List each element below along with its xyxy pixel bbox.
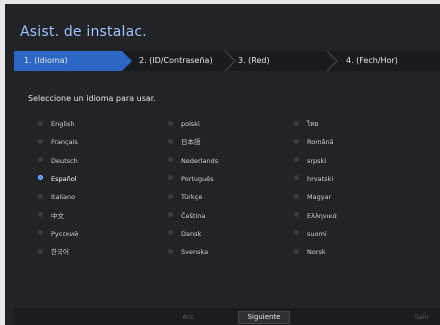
radio-button-icon[interactable]	[38, 230, 43, 236]
language-prompt: Seleccione un idioma para usar.	[28, 94, 156, 103]
language-label: Português	[181, 174, 214, 183]
language-option[interactable]: srpski	[294, 155, 326, 167]
language-option[interactable]: 한국어	[38, 246, 69, 258]
radio-button-icon[interactable]	[38, 193, 43, 199]
language-option[interactable]: Čeština	[168, 210, 205, 222]
language-option[interactable]: 中文	[38, 210, 64, 222]
language-label: Türkçe	[181, 193, 203, 202]
language-option[interactable]: Svenska	[168, 246, 208, 258]
language-option[interactable]: Ελληνικά	[294, 210, 337, 222]
language-option[interactable]: Nederlands	[168, 155, 218, 167]
radio-button-icon[interactable]	[38, 175, 43, 181]
language-option[interactable]: ไทย	[294, 118, 318, 130]
language-option[interactable]: Português	[168, 173, 214, 185]
radio-button-icon[interactable]	[168, 248, 173, 254]
language-option[interactable]: Türkçe	[168, 191, 202, 203]
language-label: hrvatski	[307, 174, 334, 183]
language-label: ไทย	[307, 120, 319, 128]
radio-button-icon[interactable]	[38, 138, 43, 144]
radio-button-icon[interactable]	[294, 193, 299, 199]
radio-button-icon[interactable]	[38, 157, 43, 163]
language-label: 日本語	[181, 138, 201, 147]
language-option[interactable]: Magyar	[294, 191, 331, 203]
language-label: polski	[181, 120, 200, 128]
language-label: English	[51, 120, 75, 128]
language-label: 한국어	[51, 248, 69, 257]
radio-button-icon[interactable]	[38, 248, 43, 254]
radio-button-icon[interactable]	[38, 212, 43, 217]
language-label: 中文	[51, 211, 64, 220]
language-option[interactable]: Deutsch	[38, 155, 78, 167]
language-option[interactable]: Dansk	[168, 228, 201, 240]
language-label: Svenska	[181, 248, 209, 257]
step-id-password[interactable]: 2. (ID/Contraseña)	[139, 51, 213, 71]
language-option[interactable]: English	[38, 118, 74, 130]
language-label: Français	[51, 138, 78, 147]
language-label: Dansk	[181, 229, 202, 238]
radio-button-icon[interactable]	[294, 175, 299, 181]
language-option[interactable]: Italiano	[38, 191, 75, 203]
language-option[interactable]: Русский	[38, 228, 78, 240]
language-label: srpski	[307, 156, 327, 165]
language-label: Nederlands	[181, 156, 219, 165]
language-label: Română	[307, 138, 334, 147]
language-option[interactable]: 日本語	[168, 136, 201, 148]
radio-button-icon[interactable]	[168, 138, 173, 144]
setup-wizard-window: Asist. de instalac. 1. (Idioma) 2. (ID/C…	[5, 4, 440, 325]
language-option[interactable]: Norsk	[294, 246, 326, 258]
language-label: Deutsch	[51, 156, 78, 165]
language-label: Magyar	[307, 193, 332, 202]
next-button[interactable]: Siguiente	[238, 311, 290, 324]
radio-button-icon[interactable]	[168, 230, 173, 236]
language-label: Русский	[51, 229, 79, 238]
language-option[interactable]: Română	[294, 136, 334, 148]
language-option[interactable]: Español	[38, 173, 77, 185]
bottom-bar: Ant. Siguiente Salir	[14, 308, 440, 325]
prev-button[interactable]: Ant.	[177, 311, 201, 323]
radio-button-icon[interactable]	[294, 230, 299, 236]
radio-button-icon[interactable]	[168, 212, 173, 217]
radio-button-icon[interactable]	[294, 120, 299, 126]
language-option[interactable]: polski	[168, 118, 200, 130]
chevron-right-icon	[324, 51, 344, 71]
radio-button-icon[interactable]	[294, 248, 299, 254]
language-option[interactable]: suomi	[294, 228, 327, 240]
language-label: Čeština	[181, 211, 206, 220]
language-label: Norsk	[307, 248, 326, 257]
language-label: Español	[51, 174, 77, 183]
radio-button-icon[interactable]	[168, 157, 173, 163]
language-label: Ελληνικά	[307, 211, 337, 220]
radio-button-icon[interactable]	[294, 138, 299, 144]
language-label: Italiano	[51, 193, 76, 202]
wizard-title: Asist. de instalac.	[20, 24, 147, 40]
exit-button[interactable]: Salir	[412, 311, 432, 323]
step-network[interactable]: 3. (Red)	[238, 51, 270, 71]
language-label: suomi	[307, 229, 327, 238]
step-bar: 1. (Idioma) 2. (ID/Contraseña) 3. (Red) …	[14, 51, 440, 71]
step-date-time[interactable]: 4. (Fech/Hor)	[346, 51, 398, 71]
radio-button-icon[interactable]	[294, 212, 299, 217]
radio-button-icon[interactable]	[38, 120, 43, 126]
radio-button-icon[interactable]	[168, 120, 173, 126]
language-option[interactable]: Français	[38, 136, 78, 148]
language-option[interactable]: hrvatski	[294, 173, 333, 185]
radio-button-icon[interactable]	[168, 193, 173, 199]
radio-button-icon[interactable]	[168, 175, 173, 181]
step-language[interactable]: 1. (Idioma)	[24, 51, 68, 71]
radio-button-icon[interactable]	[294, 157, 299, 163]
